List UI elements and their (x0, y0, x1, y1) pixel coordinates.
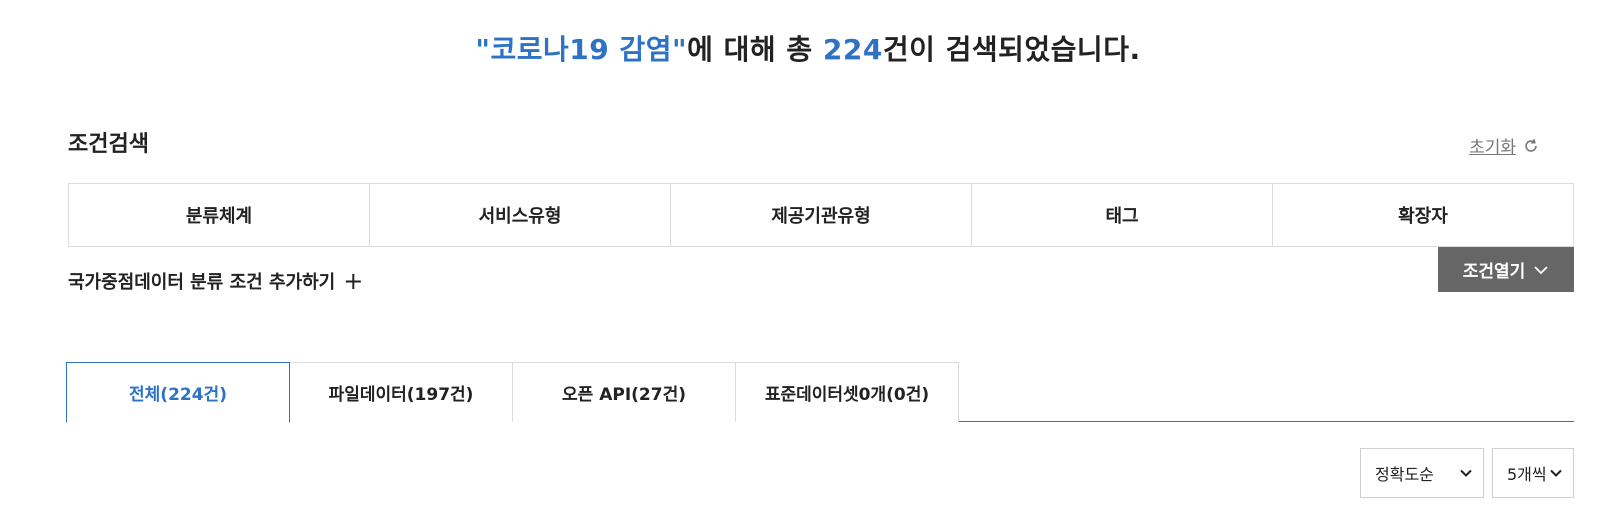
reset-button[interactable]: 초기화 (1469, 133, 1540, 158)
open-conditions-label: 조건열기 (1462, 262, 1526, 282)
refresh-icon (1525, 138, 1537, 152)
add-condition-link[interactable]: 국가중점데이터 분류 조건 추가하기 + (68, 268, 363, 294)
chevron-down-icon (1534, 265, 1548, 274)
condition-search-title: 조건검색 (68, 132, 149, 157)
tab-open-api[interactable]: 오픈 API(27건) (512, 362, 736, 422)
tab-standard-dataset[interactable]: 표준데이터셋0개(0건) (735, 362, 959, 422)
filter-category-bar: 분류체계 서비스유형 제공기관유형 태그 확장자 (68, 183, 1574, 247)
filter-classification[interactable]: 분류체계 (69, 184, 370, 246)
plus-icon: + (343, 267, 364, 295)
open-conditions-button[interactable]: 조건열기 (1438, 247, 1574, 292)
filter-extension[interactable]: 확장자 (1273, 184, 1573, 246)
headline-tail: 건이 검색되었습니다. (882, 33, 1141, 66)
filter-tag[interactable]: 태그 (972, 184, 1273, 246)
tab-all[interactable]: 전체(224건) (66, 362, 290, 423)
result-count: 224 (822, 33, 883, 66)
reset-label: 초기화 (1469, 138, 1516, 158)
page-size-select[interactable]: 5개씩 (1492, 448, 1574, 498)
search-result-headline: "코로나19 감염"에 대해 총 224건이 검색되었습니다. (0, 28, 1616, 68)
chevron-down-icon (1460, 469, 1472, 477)
headline-mid: 에 대해 총 (687, 33, 823, 66)
search-query: "코로나19 감염" (475, 33, 688, 66)
sort-order-select[interactable]: 정확도순 (1360, 448, 1484, 498)
sort-order-value: 정확도순 (1375, 465, 1434, 484)
chevron-down-icon (1550, 469, 1562, 477)
add-condition-label: 국가중점데이터 분류 조건 추가하기 (68, 272, 336, 293)
page-size-value: 5개씩 (1507, 465, 1547, 484)
result-type-tabs: 전체(224건) 파일데이터(197건) 오픈 API(27건) 표준데이터셋0… (66, 362, 1574, 423)
filter-provider-type[interactable]: 제공기관유형 (671, 184, 972, 246)
filter-service-type[interactable]: 서비스유형 (370, 184, 671, 246)
tab-file-data[interactable]: 파일데이터(197건) (289, 362, 513, 422)
